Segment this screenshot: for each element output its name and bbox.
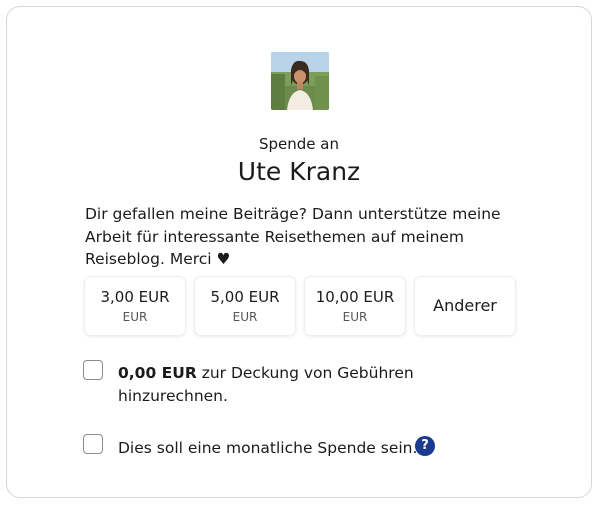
recipient-name: Ute Kranz [237, 157, 361, 186]
help-icon[interactable]: ? [415, 436, 435, 456]
donation-card: Spende an Ute Kranz Dir gefallen meine B… [6, 6, 592, 498]
monthly-checkbox[interactable] [83, 434, 103, 454]
amount-button-5[interactable]: 5,00 EUR EUR [195, 277, 295, 335]
amount-value: 10,00 EUR [315, 288, 395, 306]
amount-value: 5,00 EUR [210, 288, 280, 306]
description-text: Dir gefallen meine Beiträge? Dann unters… [85, 205, 501, 268]
avatar-photo [271, 52, 329, 110]
donate-to-label: Spende an [259, 135, 339, 153]
other-amount-button[interactable]: Anderer [415, 277, 515, 335]
amount-button-3[interactable]: 3,00 EUR EUR [85, 277, 185, 335]
avatar [271, 52, 329, 110]
amount-button-10[interactable]: 10,00 EUR EUR [305, 277, 405, 335]
monthly-option-label: Dies soll eine monatliche Spende sein. [118, 439, 418, 457]
fee-option-label: 0,00 EUR zur Deckung von Gebühren hinzur… [118, 362, 448, 407]
amount-currency: EUR [122, 310, 148, 324]
fee-amount: 0,00 EUR [118, 364, 197, 382]
amount-currency: EUR [342, 310, 368, 324]
amount-value: 3,00 EUR [100, 288, 170, 306]
fee-checkbox[interactable] [83, 360, 103, 380]
amount-currency: EUR [232, 310, 258, 324]
